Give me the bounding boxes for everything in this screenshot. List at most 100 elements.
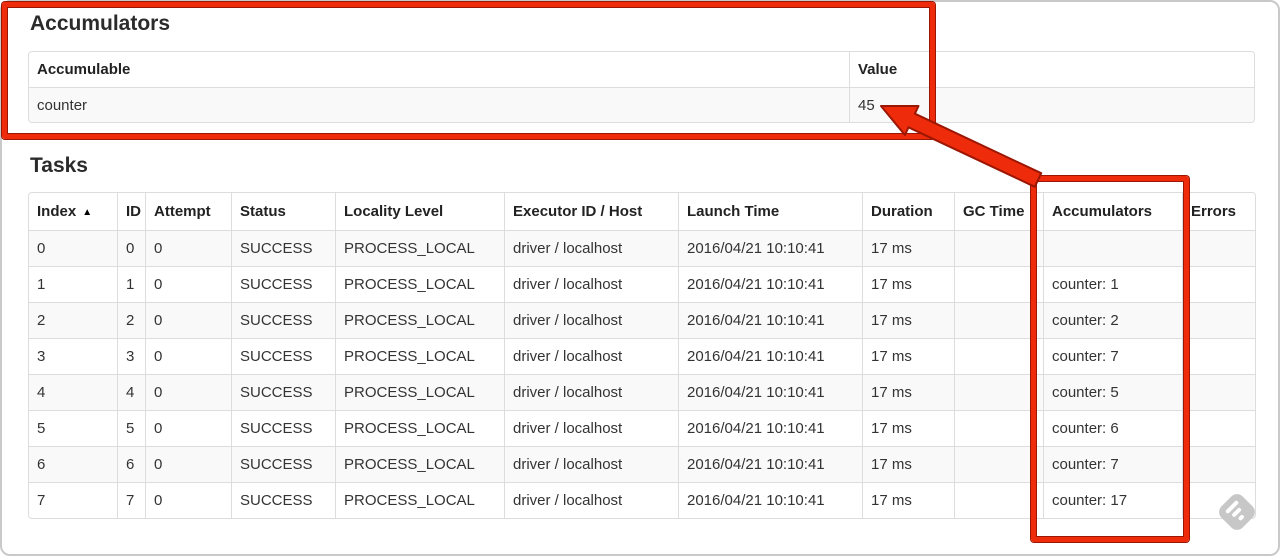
table-header-row: Index ▲ ID Attempt Status Locality Level …: [29, 193, 1255, 230]
column-header-gc-time[interactable]: GC Time: [954, 193, 1043, 230]
column-header-id[interactable]: ID: [117, 193, 145, 230]
task-cell: driver / localhost: [504, 446, 678, 482]
task-cell: [1043, 230, 1182, 266]
task-cell: 5: [117, 410, 145, 446]
accumulators-section-title: Accumulators: [30, 12, 171, 35]
task-cell: [954, 374, 1043, 410]
task-cell: counter: 7: [1043, 446, 1182, 482]
column-header-attempt[interactable]: Attempt: [145, 193, 231, 230]
task-cell: PROCESS_LOCAL: [335, 410, 504, 446]
task-cell: SUCCESS: [231, 482, 335, 518]
task-cell: driver / localhost: [504, 266, 678, 302]
task-cell: [954, 338, 1043, 374]
task-cell: SUCCESS: [231, 230, 335, 266]
task-cell: 1: [29, 266, 117, 302]
task-cell: [954, 230, 1043, 266]
task-cell: counter: 17: [1043, 482, 1182, 518]
task-cell: 2016/04/21 10:10:41: [678, 230, 862, 266]
sort-ascending-icon: ▲: [82, 207, 93, 218]
task-cell: 2: [29, 302, 117, 338]
table-row: 2 2 0 SUCCESS PROCESS_LOCAL driver / localhos…: [29, 302, 1255, 338]
accumulators-table: Accumulable Value counter 45: [28, 51, 1255, 123]
task-cell: 0: [145, 338, 231, 374]
task-cell: SUCCESS: [231, 374, 335, 410]
task-cell: PROCESS_LOCAL: [335, 446, 504, 482]
table-row: 4 4 0 SUCCESS PROCESS_LOCAL driver / localhos…: [29, 374, 1255, 410]
table-row: 0 0 0 SUCCESS PROCESS_LOCAL driver / localhos…: [29, 230, 1255, 266]
spark-stage-page: Accumulators Accumulable Value counter 4…: [28, 0, 1256, 519]
column-header-accumulators[interactable]: Accumulators: [1043, 193, 1182, 230]
task-cell: 3: [29, 338, 117, 374]
task-cell: 17 ms: [862, 410, 954, 446]
task-cell: 2016/04/21 10:10:41: [678, 410, 862, 446]
task-cell: 0: [145, 410, 231, 446]
watermark-diamond-icon: [1219, 494, 1255, 530]
task-cell: [954, 410, 1043, 446]
task-cell: 0: [29, 230, 117, 266]
table-row: 7 7 0 SUCCESS PROCESS_LOCAL driver / localhos…: [29, 482, 1255, 518]
task-cell: counter: 6: [1043, 410, 1182, 446]
task-cell: SUCCESS: [231, 266, 335, 302]
task-cell: 0: [145, 446, 231, 482]
column-header-errors[interactable]: Errors: [1182, 193, 1255, 230]
task-cell: [1182, 302, 1255, 338]
column-header-status[interactable]: Status: [231, 193, 335, 230]
task-cell: [954, 302, 1043, 338]
column-header-index[interactable]: Index ▲: [29, 193, 117, 230]
task-cell: counter: 2: [1043, 302, 1182, 338]
task-cell: 17 ms: [862, 446, 954, 482]
table-row: 6 6 0 SUCCESS PROCESS_LOCAL driver / localhos…: [29, 446, 1255, 482]
task-cell: counter: 7: [1043, 338, 1182, 374]
task-cell: [1182, 230, 1255, 266]
tasks-section-title: Tasks: [30, 154, 88, 177]
task-cell: 17 ms: [862, 374, 954, 410]
task-cell: [1182, 410, 1255, 446]
task-cell: PROCESS_LOCAL: [335, 266, 504, 302]
task-cell: PROCESS_LOCAL: [335, 482, 504, 518]
column-header-duration[interactable]: Duration: [862, 193, 954, 230]
table-row: 1 1 0 SUCCESS PROCESS_LOCAL driver / localhos…: [29, 266, 1255, 302]
table-header-row: Accumulable Value: [29, 52, 1254, 87]
task-cell: 17 ms: [862, 302, 954, 338]
task-cell: driver / localhost: [504, 482, 678, 518]
task-cell: 0: [145, 230, 231, 266]
task-cell: 6: [117, 446, 145, 482]
task-cell: [954, 446, 1043, 482]
task-cell: 1: [117, 266, 145, 302]
task-cell: 2016/04/21 10:10:41: [678, 338, 862, 374]
task-cell: driver / localhost: [504, 302, 678, 338]
task-cell: SUCCESS: [231, 410, 335, 446]
task-cell: 2016/04/21 10:10:41: [678, 482, 862, 518]
column-header-launch-time[interactable]: Launch Time: [678, 193, 862, 230]
task-cell: 0: [145, 374, 231, 410]
task-cell: 0: [145, 302, 231, 338]
task-cell: driver / localhost: [504, 374, 678, 410]
task-cell: SUCCESS: [231, 338, 335, 374]
task-cell: 2: [117, 302, 145, 338]
tasks-table: Index ▲ ID Attempt Status Locality Level …: [28, 192, 1256, 519]
table-row: 5 5 0 SUCCESS PROCESS_LOCAL driver / localhos…: [29, 410, 1255, 446]
task-cell: counter: 5: [1043, 374, 1182, 410]
task-cell: 4: [29, 374, 117, 410]
task-cell: 5: [29, 410, 117, 446]
column-header-executor-id-host[interactable]: Executor ID / Host: [504, 193, 678, 230]
task-cell: [1182, 266, 1255, 302]
task-cell: 0: [117, 230, 145, 266]
task-cell: 17 ms: [862, 482, 954, 518]
task-cell: 2016/04/21 10:10:41: [678, 302, 862, 338]
task-cell: 0: [145, 482, 231, 518]
column-header-accumulable: Accumulable: [37, 61, 131, 78]
column-header-locality-level[interactable]: Locality Level: [335, 193, 504, 230]
task-cell: driver / localhost: [504, 230, 678, 266]
task-cell: 7: [117, 482, 145, 518]
task-cell: [954, 266, 1043, 302]
task-cell: PROCESS_LOCAL: [335, 374, 504, 410]
task-cell: 3: [117, 338, 145, 374]
task-cell: 17 ms: [862, 266, 954, 302]
task-cell: 4: [117, 374, 145, 410]
task-cell: 0: [145, 266, 231, 302]
task-cell: counter: 1: [1043, 266, 1182, 302]
task-cell: 2016/04/21 10:10:41: [678, 266, 862, 302]
task-cell: PROCESS_LOCAL: [335, 338, 504, 374]
column-header-value: Value: [849, 52, 1254, 87]
